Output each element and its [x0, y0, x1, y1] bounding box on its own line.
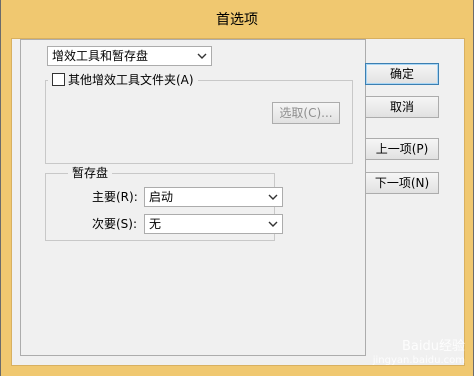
preferences-dialog: 首选项 增效工具和暂存盘 其他增效工具文件夹(A) 选取(C)... 暂存盘 主… — [0, 0, 474, 376]
chevron-down-icon — [268, 221, 278, 227]
watermark: Baidu经验 jingyan.baidu.com — [373, 340, 465, 368]
dialog-body: 增效工具和暂存盘 其他增效工具文件夹(A) 选取(C)... 暂存盘 主要(R)… — [11, 38, 465, 366]
primary-scratch-select[interactable]: 启动 — [144, 187, 283, 207]
next-button[interactable]: 下一项(N) — [365, 172, 439, 194]
plugins-checkbox-row[interactable]: 其他增效工具文件夹(A) — [48, 72, 198, 88]
chevron-down-icon — [197, 53, 207, 59]
plugins-checkbox-label: 其他增效工具文件夹(A) — [68, 73, 194, 87]
secondary-scratch-select[interactable]: 无 — [144, 214, 283, 234]
watermark-line1: Baidu经验 — [402, 339, 465, 354]
dialog-title: 首选项 — [216, 12, 258, 28]
watermark-line2: jingyan.baidu.com — [372, 355, 465, 366]
cancel-button[interactable]: 取消 — [365, 96, 439, 118]
settings-panel: 增效工具和暂存盘 其他增效工具文件夹(A) 选取(C)... 暂存盘 主要(R)… — [20, 39, 366, 356]
primary-scratch-value: 启动 — [149, 190, 174, 204]
scratch-disks-group: 暂存盘 主要(R): 启动 次要(S): 无 — [45, 165, 283, 241]
ok-button[interactable]: 确定 — [365, 63, 439, 85]
category-select[interactable]: 增效工具和暂存盘 — [47, 46, 212, 66]
choose-folder-button[interactable]: 选取(C)... — [272, 102, 340, 124]
plugins-checkbox[interactable] — [52, 73, 65, 86]
primary-label: 主要(R): — [92, 190, 138, 204]
previous-button[interactable]: 上一项(P) — [365, 138, 439, 160]
plugins-group: 其他增效工具文件夹(A) 选取(C)... — [45, 72, 353, 164]
scratch-disks-legend: 暂存盘 — [68, 165, 113, 181]
category-select-value: 增效工具和暂存盘 — [52, 49, 149, 63]
chevron-down-icon — [268, 194, 278, 200]
secondary-label: 次要(S): — [92, 217, 138, 231]
secondary-scratch-value: 无 — [149, 217, 162, 231]
